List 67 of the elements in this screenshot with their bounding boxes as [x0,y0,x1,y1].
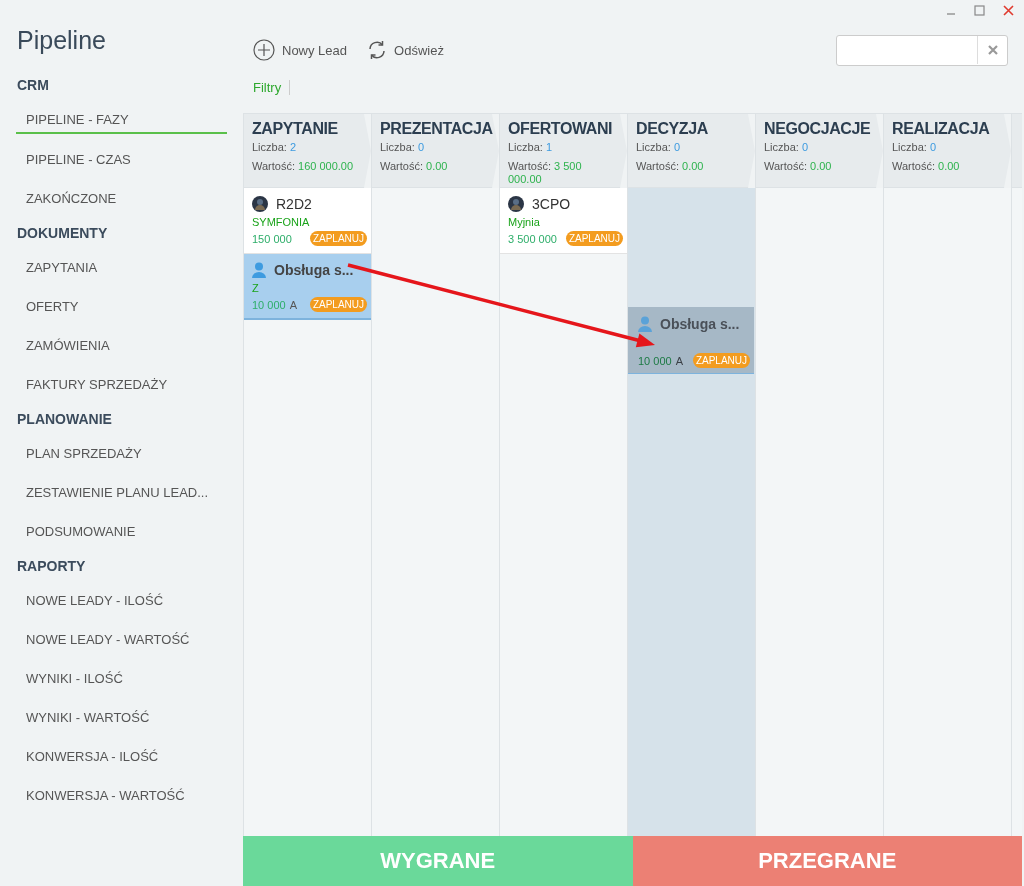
stage-title: ZAPYTANIE [252,120,339,138]
lead-card[interactable]: 3CPO Myjnia 3 500 000 ZAPLANUJ [500,188,627,254]
stage-title: OFERTOWANI [508,120,614,138]
sidebar-item[interactable]: WYNIKI - ILOŚĆ [16,666,227,692]
sidebar-item[interactable]: PLAN SPRZEDAŻY [16,441,227,467]
stage-title: PREZENTACJA [380,120,494,138]
section-heading: DOKUMENTY [17,225,109,241]
sidebar-item[interactable]: KONWERSJA - ILOŚĆ [16,744,227,770]
stage-value: Wartość: 0.00 [636,160,705,173]
new-lead-button[interactable]: Nowy Lead [253,39,348,61]
section-heading: PLANOWANIE [17,411,113,427]
maximize-icon[interactable] [974,5,985,16]
sidebar-item[interactable]: PODSUMOWANIE [16,519,227,545]
sidebar-item[interactable]: OFERTY [16,294,227,320]
lead-name: Obsługa s... [274,262,354,278]
sidebar-item[interactable]: ZAKOŃCZONE [16,186,227,212]
company-name: Myjnia [508,216,541,228]
lead-card[interactable]: R2D2 SYMFONIA 150 000 ZAPLANUJ [244,188,371,254]
company-name: Z [252,282,260,294]
stage-value: Wartość: 0.00 [892,160,961,173]
sidebar-item[interactable]: PIPELINE - CZAS [16,147,227,173]
plan-badge: ZAPLANUJ [692,353,750,368]
search-field[interactable] [836,34,1008,66]
lead-amount: 150 000 [252,232,292,245]
stage-title: DECYZJA [636,120,709,138]
app-title: Pipeline [17,26,107,55]
sidebar-item[interactable]: ZESTAWIENIE PLANU LEAD... [16,480,227,506]
sidebar-item[interactable]: NOWE LEADY - ILOŚĆ [16,588,227,614]
section-heading: CRM [17,77,50,93]
sidebar-item[interactable]: ZAMÓWIENIA [16,333,227,359]
sidebar-item[interactable]: FAKTURY SPRZEDAŻY [16,372,227,398]
sidebar-item[interactable]: PIPELINE - FAZY [16,107,227,134]
lead-card[interactable]: Obsługa s... Z 10 000 A ZAPLANUJ [244,254,371,320]
stage-title: NEGOCJACJE [764,120,872,138]
sidebar-item[interactable]: NOWE LEADY - WARTOŚĆ [16,627,227,653]
person-icon [252,262,266,278]
refresh-button[interactable]: Odśwież [367,40,444,60]
stage-count: Liczba: 0 [380,141,426,153]
stage-value: Wartość: 0.00 [764,160,833,173]
stage-count: Liczba: 0 [892,141,938,153]
stage-count: Liczba: 0 [764,141,810,153]
lead-name: R2D2 [276,196,312,212]
close-icon[interactable] [1003,5,1014,16]
avatar-icon [252,196,268,212]
lead-amount: 10 000 [252,298,286,311]
stage-value: Wartość: 160 000.00 [252,160,355,173]
stage-count: Liczba: 1 [508,141,554,153]
stage-count: Liczba: 0 [636,141,682,153]
sidebar-item[interactable]: ZAPYTANIA [16,255,227,281]
sidebar-item[interactable]: KONWERSJA - WARTOŚĆ [16,783,227,809]
refresh-icon [367,40,388,60]
stage-value: Wartość: 0.00 [380,160,449,173]
sidebar-item[interactable]: WYNIKI - WARTOŚĆ [16,705,227,731]
lead-name: Obsługa s... [660,316,740,332]
plus-icon [253,39,275,61]
owner-text: A [289,298,297,311]
stage-title: REALIZACJA [892,120,991,138]
lead-amount: 10 000 [638,354,672,367]
section-heading: RAPORTY [17,558,87,574]
avatar-icon [508,196,524,212]
stage-count: Liczba: 2 [252,141,298,153]
lead-name: 3CPO [532,196,571,212]
owner-text: A [675,354,683,367]
person-icon [638,316,652,332]
stage-value: Wartość: 3 500 000.00 [508,160,583,186]
company-name: SYMFONIA [252,216,311,228]
lead-amount: 3 500 000 [508,232,557,245]
